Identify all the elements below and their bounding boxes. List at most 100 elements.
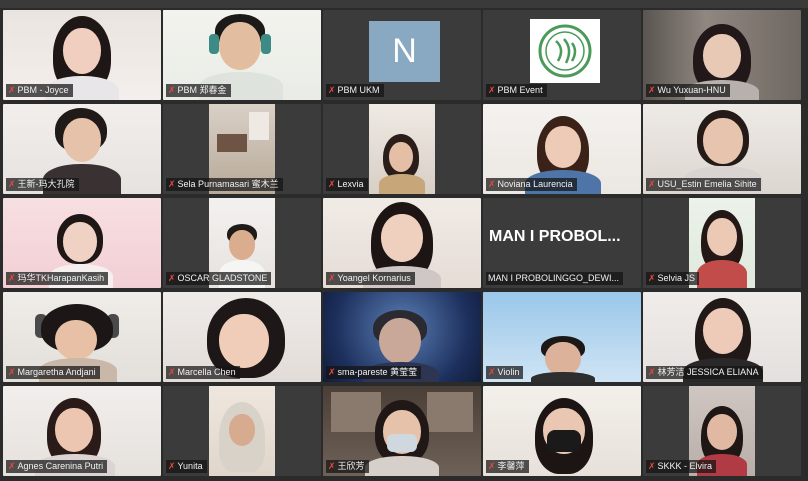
participant-name-label: ✗ SKKK - Elvira xyxy=(646,460,717,473)
participant-tile[interactable]: ✗ Noviana Laurencia xyxy=(483,104,641,194)
participant-name: PBM UKM xyxy=(337,85,380,95)
participant-name-label: ✗ Wu Yuxuan-HNU xyxy=(646,84,730,97)
participant-name: Lexvia xyxy=(337,179,364,189)
participant-name-label: ✗ Lexvia xyxy=(326,178,368,191)
participant-name: 王欣芳 xyxy=(337,461,365,471)
mic-muted-icon: ✗ xyxy=(488,367,496,377)
participant-name: Yunita xyxy=(177,461,203,471)
mic-muted-icon: ✗ xyxy=(168,179,176,189)
participant-tile[interactable]: ✗ 王欣芳 xyxy=(323,386,481,476)
mic-muted-icon: ✗ xyxy=(648,461,656,471)
participant-tile-active-speaker[interactable]: ✗ PBM 郑春金 xyxy=(163,10,321,100)
participant-name-label: ✗ PBM UKM xyxy=(326,84,384,97)
participant-tile[interactable]: ✗ Wu Yuxuan-HNU xyxy=(643,10,801,100)
top-strip xyxy=(0,0,808,8)
participant-name: Wu Yuxuan-HNU xyxy=(657,85,726,95)
mic-muted-icon: ✗ xyxy=(168,273,176,283)
participant-name-label: MAN I PROBOLINGGO_DEWI... xyxy=(486,272,624,285)
avatar: N xyxy=(369,21,440,82)
profile-logo xyxy=(530,19,600,83)
participant-tile[interactable]: ✗ Agnes Carenina Putri xyxy=(3,386,161,476)
participant-name-label: ✗ Selvia JS xyxy=(646,272,700,285)
participant-name: PBM 郑春金 xyxy=(177,85,227,95)
gallery-view: ✗ PBM - Joyce ✗ PBM 郑春金 N ✗ PBM UKM ✗ PBM Ev… xyxy=(3,10,805,479)
participant-name-label: ✗ Noviana Laurencia xyxy=(486,178,577,191)
mic-muted-icon: ✗ xyxy=(328,273,336,283)
participant-tile[interactable]: ✗ USU_Estin Emelia Sihite xyxy=(643,104,801,194)
mic-muted-icon: ✗ xyxy=(328,85,336,95)
mic-muted-icon: ✗ xyxy=(8,179,16,189)
participant-name: 王新-玛大孔院 xyxy=(17,179,75,189)
participant-tile[interactable]: N ✗ PBM UKM xyxy=(323,10,481,100)
participant-name-label: ✗ 李馨萍 xyxy=(486,460,529,473)
participant-tile[interactable]: ✗ Yunita xyxy=(163,386,321,476)
participant-name-label: ✗ 林芳洁 JESSICA ELIANA xyxy=(646,366,763,379)
participant-tile[interactable]: ✗ PBM - Joyce xyxy=(3,10,161,100)
mic-muted-icon: ✗ xyxy=(328,179,336,189)
mic-muted-icon: ✗ xyxy=(8,367,16,377)
participant-name: Sela Purnamasari 蜜木兰 xyxy=(177,179,279,189)
participant-name: MAN I PROBOLINGGO_DEWI... xyxy=(488,273,620,283)
participant-video xyxy=(369,104,435,194)
participant-tile[interactable]: ✗ 李馨萍 xyxy=(483,386,641,476)
participant-tile[interactable]: ✗ Sela Purnamasari 蜜木兰 xyxy=(163,104,321,194)
participant-name: PBM Event xyxy=(497,85,543,95)
participant-name: Agnes Carenina Putri xyxy=(17,461,104,471)
participant-tile[interactable]: ✗ Marcella Chen xyxy=(163,292,321,382)
participant-name: OSCAR GLADSTONE xyxy=(177,273,268,283)
mic-muted-icon: ✗ xyxy=(488,85,496,95)
participant-name-label: ✗ Sela Purnamasari 蜜木兰 xyxy=(166,178,283,191)
participant-tile[interactable]: ✗ Margaretha Andjani xyxy=(3,292,161,382)
participant-name: sma-pareste 黄莹莹 xyxy=(337,367,418,377)
participant-tile[interactable]: ✗ Violin xyxy=(483,292,641,382)
participant-name-label: ✗ sma-pareste 黄莹莹 xyxy=(326,366,422,379)
participant-tile[interactable]: MAN I PROBOL... MAN I PROBOLINGGO_DEWI..… xyxy=(483,198,641,288)
participant-tile[interactable]: ✗ SKKK - Elvira xyxy=(643,386,801,476)
participant-name: Margaretha Andjani xyxy=(17,367,96,377)
participant-tile[interactable]: ✗ 玛华TKHarapanKasih xyxy=(3,198,161,288)
mic-muted-icon: ✗ xyxy=(8,461,16,471)
participant-name: PBM - Joyce xyxy=(17,85,69,95)
participant-name-label: ✗ Marcella Chen xyxy=(166,366,240,379)
participant-name: 玛华TKHarapanKasih xyxy=(17,273,105,283)
participant-tile[interactable]: ✗ PBM Event xyxy=(483,10,641,100)
participant-tile[interactable]: ✗ 林芳洁 JESSICA ELIANA xyxy=(643,292,801,382)
participant-name-label: ✗ Yoangel Kornarius xyxy=(326,272,415,285)
participant-tile[interactable]: ✗ 王新-玛大孔院 xyxy=(3,104,161,194)
participant-name: Noviana Laurencia xyxy=(497,179,573,189)
participant-name-label: ✗ Violin xyxy=(486,366,524,379)
mic-muted-icon: ✗ xyxy=(168,461,176,471)
participant-name: 李馨萍 xyxy=(497,461,525,471)
participant-tile[interactable]: ✗ Lexvia xyxy=(323,104,481,194)
participant-name: Violin xyxy=(497,367,520,377)
participant-name-label: ✗ Margaretha Andjani xyxy=(6,366,100,379)
mic-muted-icon: ✗ xyxy=(648,367,656,377)
participant-name-label: ✗ 王欣芳 xyxy=(326,460,369,473)
participant-name-label: ✗ PBM Event xyxy=(486,84,547,97)
mic-muted-icon: ✗ xyxy=(488,179,496,189)
mic-muted-icon: ✗ xyxy=(168,85,176,95)
participant-name-label: ✗ 王新-玛大孔院 xyxy=(6,178,79,191)
participant-name-label: ✗ OSCAR GLADSTONE xyxy=(166,272,272,285)
mic-muted-icon: ✗ xyxy=(328,367,336,377)
participant-tile[interactable]: ✗ sma-pareste 黄莹莹 xyxy=(323,292,481,382)
mic-muted-icon: ✗ xyxy=(648,273,656,283)
participant-tile[interactable]: ✗ Yoangel Kornarius xyxy=(323,198,481,288)
participant-tile[interactable]: ✗ OSCAR GLADSTONE xyxy=(163,198,321,288)
mic-muted-icon: ✗ xyxy=(328,461,336,471)
participant-name: USU_Estin Emelia Sihite xyxy=(657,179,757,189)
mic-muted-icon: ✗ xyxy=(8,85,16,95)
participant-tile[interactable]: ✗ Selvia JS xyxy=(643,198,801,288)
participant-name: 林芳洁 JESSICA ELIANA xyxy=(657,367,759,377)
mic-muted-icon: ✗ xyxy=(168,367,176,377)
participant-name-label: ✗ PBM 郑春金 xyxy=(166,84,231,97)
mic-muted-icon: ✗ xyxy=(648,85,656,95)
mic-muted-icon: ✗ xyxy=(488,461,496,471)
participant-name: Marcella Chen xyxy=(177,367,236,377)
participant-name-label: ✗ Yunita xyxy=(166,460,207,473)
participant-name-label: ✗ Agnes Carenina Putri xyxy=(6,460,108,473)
participant-name: Selvia JS xyxy=(657,273,696,283)
participant-video xyxy=(209,386,275,476)
participant-name-label: ✗ USU_Estin Emelia Sihite xyxy=(646,178,761,191)
participant-name-label: ✗ 玛华TKHarapanKasih xyxy=(6,272,109,285)
